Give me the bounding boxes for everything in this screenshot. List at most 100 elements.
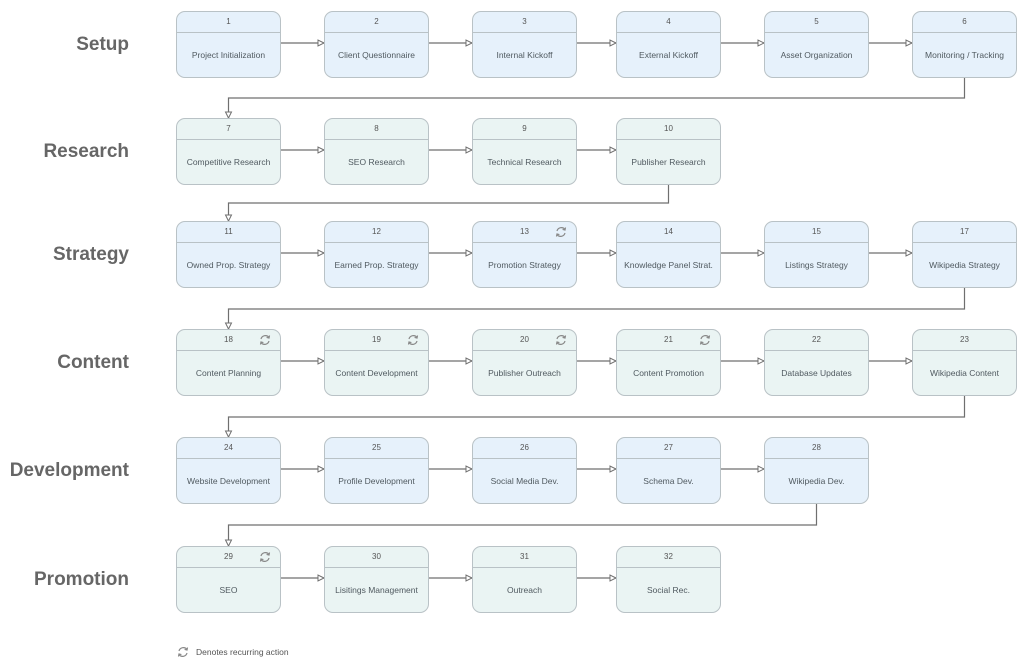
step-box-12[interactable]: 12 Earned Prop. Strategy — [324, 221, 429, 288]
recurring-icon — [258, 550, 272, 564]
recurring-icon — [177, 647, 189, 657]
step-box-9[interactable]: 9 Technical Research — [472, 118, 577, 185]
step-number-text: 20 — [520, 335, 529, 344]
step-box-22[interactable]: 22 Database Updates — [764, 329, 869, 396]
step-box-14[interactable]: 14 Knowledge Panel Strat. — [616, 221, 721, 288]
step-title: Schema Dev. — [643, 476, 694, 486]
step-box-6[interactable]: 6 Monitoring / Tracking — [912, 11, 1017, 78]
step-box-1[interactable]: 1 Project Initialization — [176, 11, 281, 78]
step-box-24[interactable]: 24 Website Development — [176, 437, 281, 504]
step-number: 20 — [473, 330, 576, 351]
step-title: SEO — [219, 585, 238, 595]
phase-label-strategy: Strategy — [52, 243, 129, 265]
step-number: 8 — [325, 119, 428, 140]
step-number-text: 25 — [372, 443, 381, 452]
step-number-text: 27 — [664, 443, 673, 452]
legend: Denotes recurring action — [176, 645, 289, 659]
step-number-text: 14 — [664, 227, 673, 236]
step-title: Wikipedia Dev. — [788, 476, 845, 486]
step-box-26[interactable]: 26 Social Media Dev. — [472, 437, 577, 504]
step-title: Publisher Outreach — [488, 368, 561, 378]
step-title: Database Updates — [781, 368, 852, 378]
step-box-5[interactable]: 5 Asset Organization — [764, 11, 869, 78]
step-number-text: 21 — [664, 335, 673, 344]
step-box-27[interactable]: 27 Schema Dev. — [616, 437, 721, 504]
step-box-11[interactable]: 11 Owned Prop. Strategy — [176, 221, 281, 288]
step-box-19[interactable]: 19 Content Development — [324, 329, 429, 396]
step-box-30[interactable]: 30 Lisitings Management — [324, 546, 429, 613]
connector-row-wrap — [227, 78, 966, 118]
step-number: 25 — [325, 438, 428, 459]
step-box-23[interactable]: 23 Wikipedia Content — [912, 329, 1017, 396]
step-number-text: 4 — [666, 17, 671, 26]
connector-row-wrap — [227, 288, 966, 329]
step-number-text: 22 — [812, 335, 821, 344]
step-title: Earned Prop. Strategy — [334, 260, 419, 270]
step-box-28[interactable]: 28 Wikipedia Dev. — [764, 437, 869, 504]
step-number: 32 — [617, 547, 720, 568]
step-title: SEO Research — [348, 157, 405, 167]
step-title: Asset Organization — [780, 50, 853, 60]
step-number-text: 24 — [224, 443, 233, 452]
step-number: 1 — [177, 12, 280, 33]
step-number-text: 29 — [224, 552, 233, 561]
step-box-17[interactable]: 17 Wikipedia Strategy — [912, 221, 1017, 288]
step-box-10[interactable]: 10 Publisher Research — [616, 118, 721, 185]
step-box-8[interactable]: 8 SEO Research — [324, 118, 429, 185]
step-box-29[interactable]: 29 SEO — [176, 546, 281, 613]
step-number-text: 23 — [960, 335, 969, 344]
step-title: Publisher Research — [631, 157, 706, 167]
step-box-21[interactable]: 21 Content Promotion — [616, 329, 721, 396]
step-number: 26 — [473, 438, 576, 459]
step-number: 4 — [617, 12, 720, 33]
step-number-text: 30 — [372, 552, 381, 561]
step-title: Monitoring / Tracking — [925, 50, 1004, 60]
step-box-15[interactable]: 15 Listings Strategy — [764, 221, 869, 288]
step-box-20[interactable]: 20 Publisher Outreach — [472, 329, 577, 396]
step-number: 30 — [325, 547, 428, 568]
step-number: 27 — [617, 438, 720, 459]
step-box-31[interactable]: 31 Outreach — [472, 546, 577, 613]
step-number: 2 — [325, 12, 428, 33]
phase-label-setup: Setup — [76, 33, 129, 55]
step-title: Profile Development — [338, 476, 415, 486]
step-title: Outreach — [507, 585, 542, 595]
step-box-32[interactable]: 32 Social Rec. — [616, 546, 721, 613]
step-title: Wikipedia Content — [930, 368, 999, 378]
step-number-text: 5 — [814, 17, 819, 26]
phase-label-promotion: Promotion — [34, 568, 129, 590]
step-title: Knowledge Panel Strat. — [624, 260, 713, 270]
step-box-3[interactable]: 3 Internal Kickoff — [472, 11, 577, 78]
step-number-text: 31 — [520, 552, 529, 561]
step-number-text: 6 — [962, 17, 967, 26]
step-box-13[interactable]: 13 Promotion Strategy — [472, 221, 577, 288]
step-title: Lisitings Management — [335, 585, 418, 595]
step-number-text: 13 — [520, 227, 529, 236]
connector-row-wrap — [227, 396, 966, 437]
step-box-4[interactable]: 4 External Kickoff — [616, 11, 721, 78]
step-title: Social Rec. — [647, 585, 690, 595]
step-number: 15 — [765, 222, 868, 243]
phase-label-development: Development — [9, 459, 129, 481]
step-number-text: 8 — [374, 124, 379, 133]
step-box-18[interactable]: 18 Content Planning — [176, 329, 281, 396]
step-number: 9 — [473, 119, 576, 140]
step-number: 23 — [913, 330, 1016, 351]
step-box-25[interactable]: 25 Profile Development — [324, 437, 429, 504]
step-number: 14 — [617, 222, 720, 243]
step-box-2[interactable]: 2 Client Questionnaire — [324, 11, 429, 78]
step-number: 18 — [177, 330, 280, 351]
step-number: 11 — [177, 222, 280, 243]
step-number: 13 — [473, 222, 576, 243]
step-title: Social Media Dev. — [490, 476, 559, 486]
step-number: 7 — [177, 119, 280, 140]
recurring-icon — [698, 333, 712, 347]
step-box-7[interactable]: 7 Competitive Research — [176, 118, 281, 185]
step-number-text: 18 — [224, 335, 233, 344]
step-number-text: 32 — [664, 552, 673, 561]
step-number: 19 — [325, 330, 428, 351]
step-number: 24 — [177, 438, 280, 459]
step-title: Project Initialization — [191, 50, 266, 60]
step-title: Listings Strategy — [785, 260, 848, 270]
recurring-icon — [406, 333, 420, 347]
